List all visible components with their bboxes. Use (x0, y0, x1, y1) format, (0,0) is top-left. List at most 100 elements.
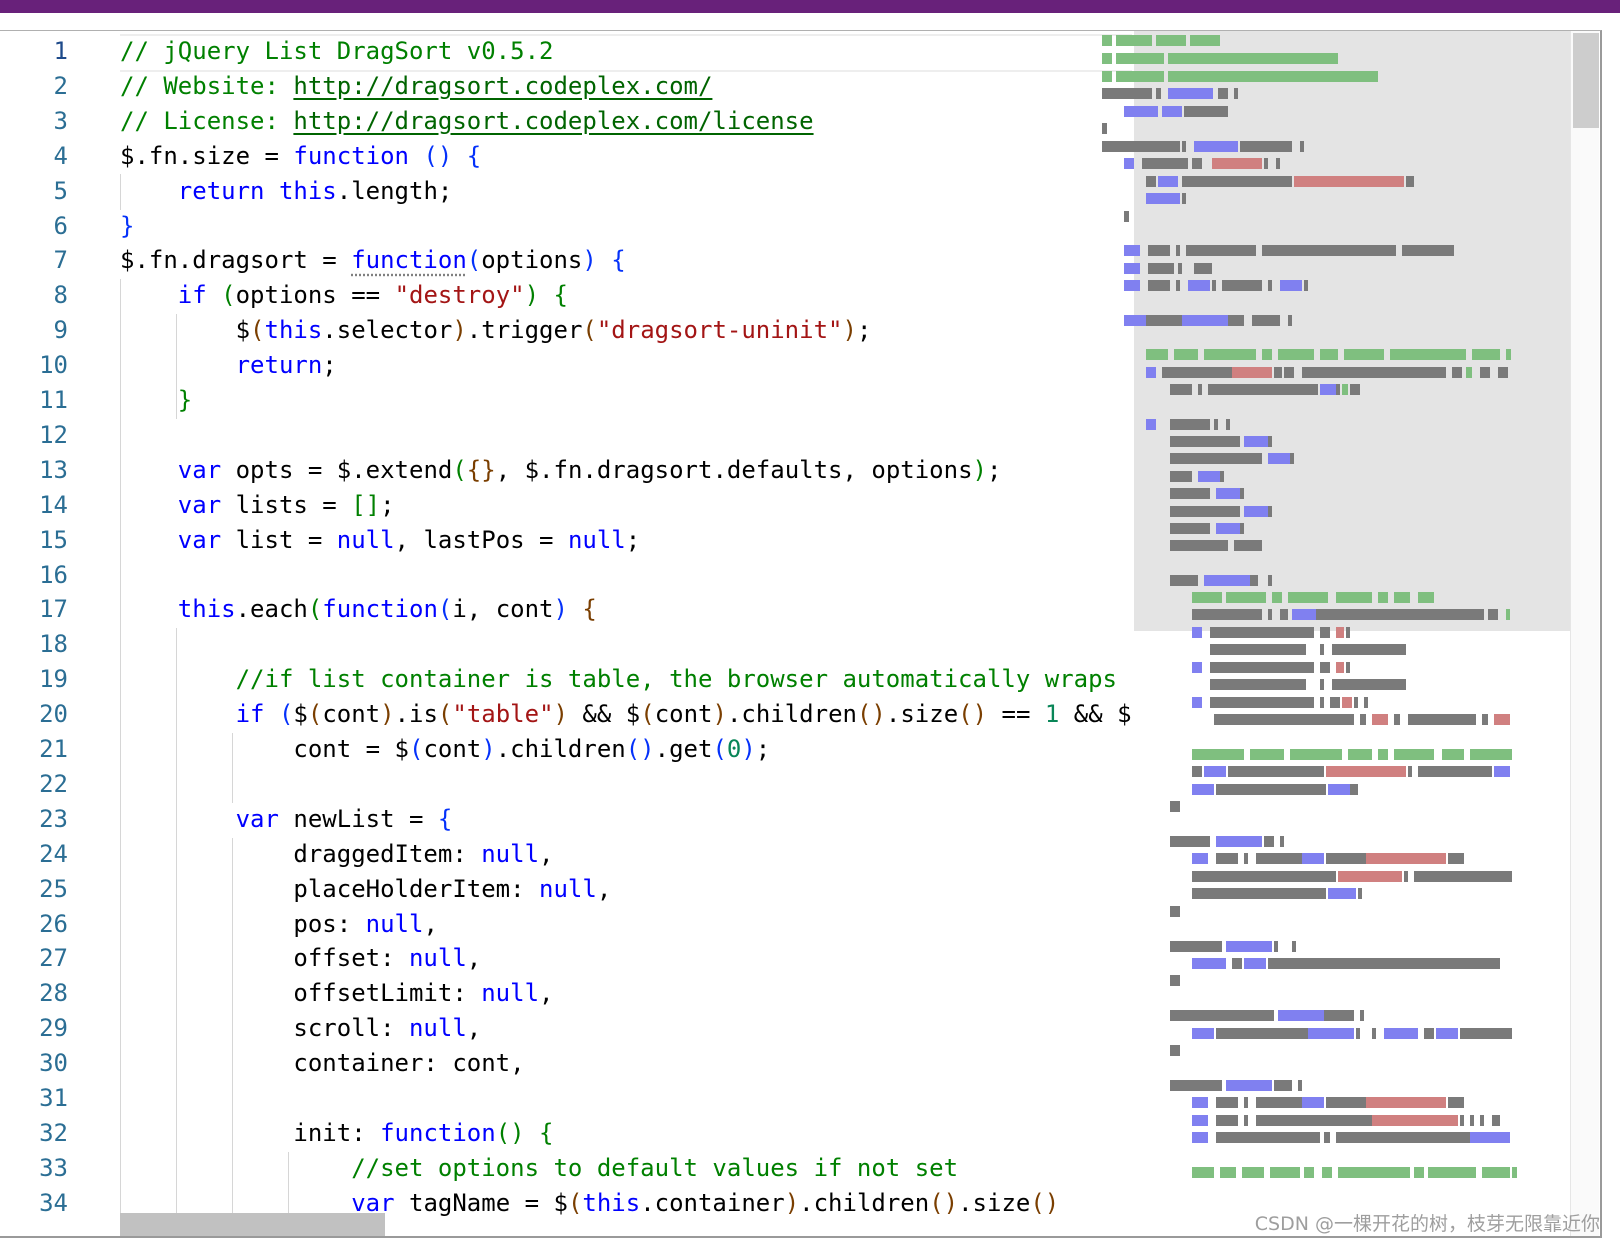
minimap-line-segment (1192, 697, 1202, 708)
code-line[interactable]: cont = $(cont).children().get(0); (120, 731, 770, 767)
code-token: ( (221, 281, 236, 310)
code-token: { (437, 804, 453, 833)
code-line[interactable]: init: function() { (120, 1115, 554, 1151)
code-line[interactable]: // Website: http://dragsort.codeplex.com… (120, 68, 712, 104)
minimap-line-segment (1292, 609, 1316, 620)
minimap-line-segment (1304, 280, 1308, 291)
code-line[interactable]: placeHolderItem: null, (120, 871, 611, 907)
code-editor[interactable]: 1 2 3 4 5 6 7 8 9 10 11 12 13 14 15 16 17 18 19 20 21 22 23 24 2… (0, 30, 1602, 1238)
code-token: .each (235, 595, 308, 624)
code-line[interactable]: } (120, 382, 192, 418)
minimap-line-segment (1124, 245, 1140, 256)
minimap-line-segment (1316, 609, 1484, 620)
code-token: return (177, 176, 265, 205)
vertical-scrollbar[interactable] (1570, 31, 1599, 1236)
code-token: ( (712, 735, 727, 763)
code-line[interactable]: pos: null, (120, 906, 438, 942)
code-line[interactable]: // License: http://dragsort.codeplex.com… (120, 103, 814, 139)
minimap-line-segment (1448, 853, 1464, 864)
code-line[interactable]: return this.length; (120, 173, 453, 209)
line-number: 34 (39, 1188, 68, 1217)
code-token: function (380, 1118, 496, 1147)
minimap-line-segment (1184, 106, 1228, 117)
code-token: , lastPos = (394, 525, 568, 554)
code-token: ) (553, 700, 568, 729)
minimap-line-segment (1192, 627, 1202, 638)
code-line[interactable]: if ($(cont).is("table") && $(cont).child… (120, 696, 1132, 732)
minimap-line-segment (1182, 141, 1186, 152)
minimap-line-segment (1470, 1115, 1474, 1126)
minimap-line-segment (1168, 88, 1213, 99)
minimap-line-segment (1244, 506, 1268, 517)
minimap-line-segment (1336, 592, 1372, 603)
minimap-line-segment (1338, 871, 1402, 882)
code-token: draggedItem: (120, 839, 482, 868)
code-line[interactable]: $.fn.size = function () { (120, 138, 481, 174)
minimap-line-segment (1320, 644, 1324, 655)
minimap-line-segment (1182, 193, 1186, 204)
code-token: .size (958, 1188, 1031, 1217)
code-line[interactable]: if (options == "destroy") { (120, 277, 568, 313)
code-token: var (177, 525, 222, 554)
minimap[interactable] (1102, 31, 1570, 1236)
code-line[interactable]: container: cont, (120, 1045, 524, 1081)
code-token: $ (293, 700, 308, 729)
minimap-line-segment (1408, 766, 1412, 777)
minimap-line-segment (1124, 158, 1134, 169)
minimap-line-segment (1192, 1132, 1208, 1143)
minimap-line-segment (1178, 263, 1182, 274)
horizontal-scrollbar-thumb[interactable] (120, 1213, 385, 1236)
code-token[interactable]: http://dragsort.codeplex.com/license (293, 107, 813, 135)
code-line[interactable]: var list = null, lastPos = null; (120, 522, 640, 558)
minimap-line-segment (1336, 384, 1340, 395)
code-line[interactable]: //if list container is table, the browse… (120, 661, 1117, 697)
minimap-line-segment (1272, 592, 1282, 603)
minimap-line-segment (1194, 263, 1212, 274)
code-line[interactable]: } (120, 208, 134, 244)
minimap-line-segment (1366, 853, 1446, 864)
code-line[interactable]: var opts = $.extend({}, $.fn.dragsort.de… (120, 452, 1002, 488)
code-line[interactable]: //set options to default values if not s… (120, 1150, 958, 1186)
code-line[interactable]: this.each(function(i, cont) { (120, 591, 597, 627)
code-token: ) (481, 735, 496, 763)
minimap-line-segment (1288, 315, 1292, 326)
code-line[interactable]: return; (120, 347, 337, 383)
code-token: $ (120, 316, 251, 345)
vertical-scrollbar-thumb[interactable] (1573, 33, 1599, 128)
code-line[interactable]: offsetLimit: null, (120, 975, 553, 1011)
code-line[interactable]: draggedItem: null, (120, 836, 553, 872)
minimap-line-segment (1198, 384, 1202, 395)
code-token: null (481, 839, 540, 868)
minimap-line-segment (1304, 1167, 1314, 1178)
code-line[interactable]: var lists = []; (120, 487, 395, 523)
minimap-line-segment (1324, 1132, 1330, 1143)
code-token: lists = (221, 490, 352, 519)
line-number: 3 (53, 106, 68, 135)
code-token: function (322, 595, 438, 624)
code-line[interactable]: $.fn.dragsort = function(options) { (120, 242, 626, 278)
code-area[interactable]: // jQuery List DragSort v0.5.2 // Website… (120, 31, 1132, 1236)
code-line[interactable]: // jQuery List DragSort v0.5.2 (120, 33, 553, 69)
minimap-line-segment (1170, 540, 1228, 551)
code-line[interactable]: var newList = { (120, 801, 453, 837)
code-line[interactable]: scroll: null, (120, 1010, 481, 1046)
minimap-line-segment (1220, 1167, 1236, 1178)
code-token: var (177, 455, 222, 484)
code-line[interactable]: offset: null, (120, 940, 481, 976)
code-token: () (423, 141, 453, 170)
minimap-line-segment (1320, 697, 1324, 708)
minimap-line-segment (1512, 1167, 1517, 1178)
line-number: 26 (39, 909, 68, 938)
code-token[interactable]: http://dragsort.codeplex.com/ (293, 72, 712, 100)
code-token: { (539, 1118, 554, 1147)
minimap-line-segment (1346, 627, 1350, 638)
minimap-line-segment (1170, 906, 1180, 917)
minimap-line-segment (1378, 749, 1388, 760)
code-line[interactable]: $(this.selector).trigger("dragsort-unini… (120, 312, 872, 348)
code-token: this (177, 595, 236, 624)
minimap-line-segment (1192, 888, 1326, 899)
minimap-line-segment (1216, 836, 1262, 847)
minimap-line-segment (1192, 1028, 1214, 1039)
code-token: if (235, 700, 265, 729)
